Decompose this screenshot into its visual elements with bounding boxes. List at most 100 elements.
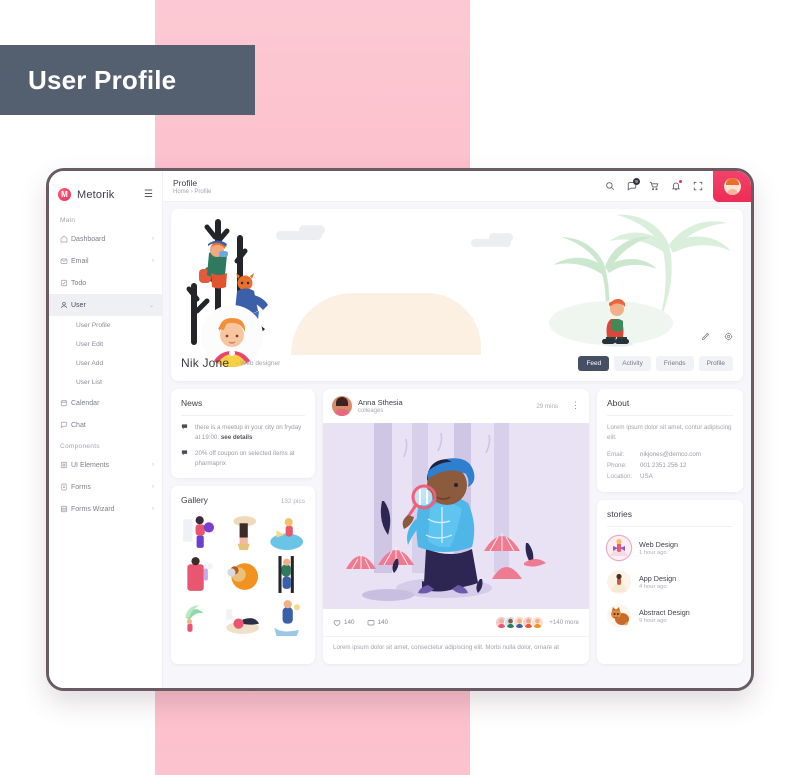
more-vertical-icon[interactable]: ⋮ (564, 400, 580, 410)
story-info: Abstract Design 9 hour ago (639, 608, 690, 624)
story-item[interactable]: App Design 4 hour ago (597, 565, 743, 599)
news-link[interactable]: see details (221, 434, 253, 441)
breadcrumb-home[interactable]: Home (173, 189, 189, 195)
chevron-down-icon: ⌄ (148, 302, 154, 309)
news-item[interactable]: there is a meetup in your city on fryday… (171, 416, 315, 442)
sidebar-item-todo[interactable]: Todo (49, 272, 162, 294)
about-value: USA (640, 472, 653, 480)
story-time: 4 hour ago (639, 584, 667, 591)
right-column: About Lorem ipsum dolor sit amet, contur… (597, 389, 743, 664)
stories-title: stories (607, 509, 633, 520)
sidebar-item-forms-wizard[interactable]: Forms Wizard › (49, 498, 162, 520)
sidebar-item-email[interactable]: Email › (49, 250, 162, 272)
post-text: Lorem ipsum dolor sit amet, consectetur … (323, 636, 589, 660)
hamburger-icon[interactable]: ☰ (144, 189, 153, 200)
post-header: Anna Sthesia colleages 29 mins ⋮ (323, 389, 589, 423)
comment-count: 140 (377, 619, 389, 626)
sidebar-label: Forms Wizard (71, 505, 115, 513)
gallery-card: Gallery 132 pics (171, 486, 315, 664)
about-key: Location: (607, 472, 633, 480)
gallery-item[interactable] (265, 511, 307, 553)
gallery-item[interactable] (179, 511, 221, 553)
sidebar-item-chat[interactable]: Chat (49, 414, 162, 436)
liked-by-avatars[interactable]: +140 more (495, 616, 579, 629)
post-author-avatar[interactable] (332, 396, 352, 416)
brand[interactable]: M Metorik ☰ (49, 179, 162, 210)
about-row-phone: Phone: 001 2351 256 12 (607, 461, 733, 472)
dashboard-app: M Metorik ☰ Main Dashboard › Email › Tod… (49, 171, 751, 688)
about-details: Email: nikjones@demco.com Phone: 001 235… (597, 443, 743, 493)
gear-icon[interactable] (724, 332, 733, 341)
story-avatar-person (607, 570, 631, 595)
like-action[interactable]: 140 (333, 619, 355, 627)
sidebar-item-forms[interactable]: Forms › (49, 476, 162, 498)
sidebar-item-ui-elements[interactable]: UI Elements › (49, 454, 162, 476)
gallery-item[interactable] (179, 554, 221, 596)
news-flag-icon (181, 449, 189, 468)
tab-activity[interactable]: Activity (614, 355, 651, 371)
search-icon[interactable] (604, 181, 615, 192)
chevron-right-icon: › (152, 462, 154, 468)
comment-action[interactable]: 140 (367, 619, 389, 627)
messages-badge: 9 (633, 177, 640, 185)
about-key: Phone: (607, 461, 627, 469)
sidebar-item-user-edit[interactable]: User Edit (49, 335, 162, 354)
sidebar-label: Email (71, 257, 89, 265)
like-count: 140 (344, 619, 355, 626)
story-item[interactable]: Web Design 1 hour ago (597, 531, 743, 565)
cloud-shape (299, 225, 325, 235)
tab-friends[interactable]: Friends (655, 355, 694, 371)
about-title: About (607, 398, 630, 408)
gallery-item[interactable] (222, 554, 264, 596)
sidebar-item-calendar[interactable]: Calendar (49, 392, 162, 414)
sidebar-item-user-list[interactable]: User List (49, 373, 162, 392)
pencil-icon[interactable] (701, 332, 710, 341)
sidebar-item-user-profile[interactable]: User Profile (49, 316, 162, 335)
gallery-item[interactable] (265, 554, 307, 596)
middle-column: Anna Sthesia colleages 29 mins ⋮ 140 140… (323, 389, 589, 664)
banner-footer: Nik Jone - Web designer Feed Activity Fr… (171, 345, 743, 381)
user-icon (60, 301, 71, 309)
tab-feed[interactable]: Feed (578, 355, 610, 371)
sidebar-item-user-add[interactable]: User Add (49, 354, 162, 373)
about-card: About Lorem ipsum dolor sit amet, contur… (597, 389, 743, 493)
news-card: News there is a meetup in your city on f… (171, 389, 315, 479)
topbar: Profile Home › Profile 9 (163, 171, 751, 202)
sidebar-label: Todo (71, 279, 87, 287)
post-author-name: Anna Sthesia (358, 398, 403, 407)
chevron-right-icon: › (152, 236, 154, 242)
breadcrumb-current: Profile (194, 188, 212, 195)
gallery-item[interactable] (222, 597, 264, 639)
gallery-item[interactable] (179, 597, 221, 639)
comment-icon (367, 619, 375, 627)
about-row-email: Email: nikjones@demco.com (607, 450, 733, 461)
content-scroll-area: Nik Jone - Web designer Feed Activity Fr… (163, 202, 751, 688)
sidebar-section-caption-components: Components (60, 443, 100, 450)
story-time: 9 hour ago (639, 618, 667, 625)
breadcrumb: Profile Home › Profile (163, 178, 211, 195)
cart-icon[interactable] (648, 181, 659, 192)
gallery-item[interactable] (222, 511, 264, 553)
sidebar-item-user[interactable]: User ⌄ (49, 294, 162, 316)
user-avatar[interactable] (713, 171, 751, 202)
post-timestamp: 29 mins (536, 402, 558, 410)
sidebar-item-dashboard[interactable]: Dashboard › (49, 228, 162, 250)
story-item[interactable]: Abstract Design 9 hour ago (597, 599, 743, 633)
sidebar-label: UI Elements (71, 461, 110, 469)
story-avatar-fox (607, 604, 631, 629)
fullscreen-icon[interactable] (692, 181, 703, 192)
metorik-logo-icon: M (58, 188, 71, 201)
about-key: Email: (607, 450, 625, 458)
gallery-item[interactable] (265, 597, 307, 639)
post-actions: 140 140 +140 more (323, 609, 589, 633)
post-image[interactable] (323, 423, 589, 609)
logo-letter: M (61, 190, 68, 199)
messages-icon[interactable]: 9 (626, 177, 640, 192)
post-author-relation: colleages (358, 408, 384, 414)
left-column: News there is a meetup in your city on f… (171, 389, 315, 664)
news-item[interactable]: 20% off coupon on selected items at phar… (171, 442, 315, 478)
bell-icon[interactable] (670, 179, 682, 192)
tab-profile[interactable]: Profile (698, 355, 733, 371)
user-profile-badge: User Profile (0, 45, 255, 115)
chevron-right-icon: › (152, 506, 154, 512)
